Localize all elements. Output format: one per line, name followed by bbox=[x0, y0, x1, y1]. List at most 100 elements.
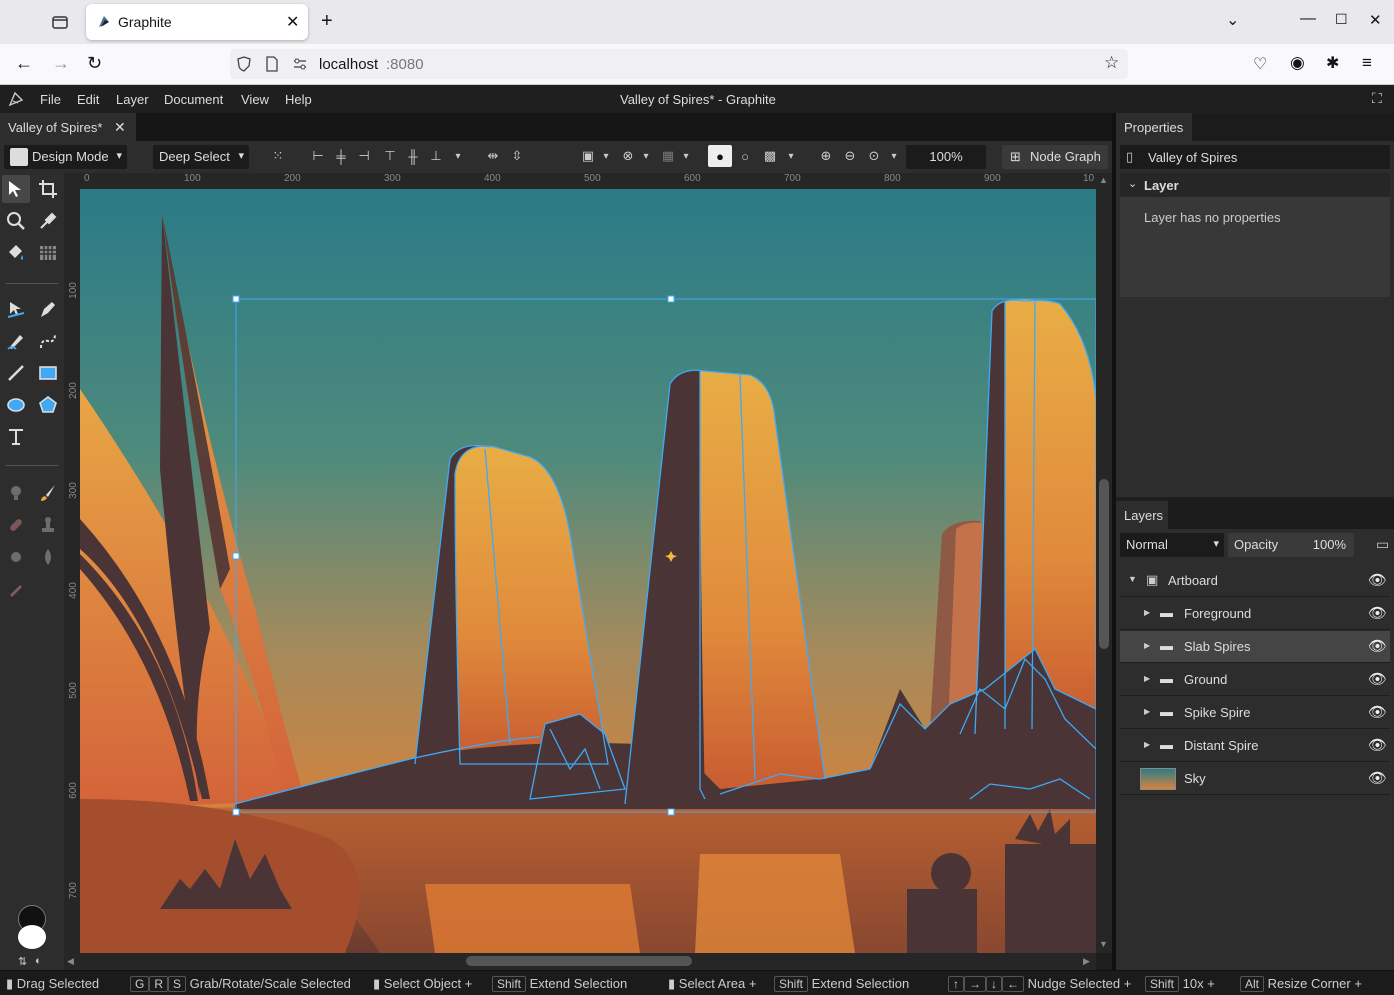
heal-tool-icon[interactable] bbox=[2, 511, 30, 539]
horizontal-scrollbar[interactable]: ◀ ▶ bbox=[64, 953, 1096, 970]
scroll-up-icon[interactable]: ▲ bbox=[1099, 175, 1108, 185]
reload-icon[interactable]: ↻ bbox=[87, 53, 102, 74]
bookmark-star-icon[interactable]: ☆ bbox=[1104, 53, 1119, 73]
zoom-in-icon[interactable]: ⊕ bbox=[816, 146, 836, 166]
path-tool-icon[interactable] bbox=[2, 295, 30, 323]
menu-file[interactable]: File bbox=[40, 92, 61, 107]
menu-view[interactable]: View bbox=[241, 92, 269, 107]
expand-icon[interactable]: ▶ bbox=[1144, 740, 1150, 749]
chevron-down-icon[interactable]: ▾ bbox=[636, 146, 656, 166]
horizontal-scroll-thumb[interactable] bbox=[466, 956, 692, 966]
select-mode-dropdown[interactable]: Deep Select ▾ bbox=[153, 145, 249, 169]
render-outline-icon[interactable]: ○ bbox=[735, 146, 755, 166]
zoom-reset-icon[interactable]: ⊙ bbox=[864, 146, 884, 166]
permissions-icon[interactable] bbox=[292, 56, 308, 72]
layer-row-foreground[interactable]: ▶ ▬ Foreground 👁 bbox=[1120, 598, 1390, 630]
align-left-icon[interactable]: ⊢ bbox=[308, 146, 328, 166]
minimize-icon[interactable]: — bbox=[1300, 10, 1316, 28]
tab-list-icon[interactable] bbox=[50, 12, 70, 32]
polygon-tool-icon[interactable] bbox=[34, 391, 62, 419]
expand-icon[interactable]: ▶ bbox=[1144, 641, 1150, 650]
layer-row-slab-spires[interactable]: ▶ ▬ Slab Spires 👁 bbox=[1120, 631, 1390, 663]
fill-tool-icon[interactable] bbox=[2, 239, 30, 267]
layer-row-ground[interactable]: ▶ ▬ Ground 👁 bbox=[1120, 664, 1390, 696]
align-bottom-icon[interactable]: ⊥ bbox=[426, 146, 446, 166]
freehand-tool-icon[interactable] bbox=[2, 327, 30, 355]
eye-icon[interactable]: 👁 bbox=[1368, 703, 1387, 721]
scroll-down-icon[interactable]: ▼ bbox=[1099, 939, 1108, 949]
expand-icon[interactable]: ▶ bbox=[1144, 608, 1150, 617]
pen-tool-icon[interactable] bbox=[34, 295, 62, 323]
back-icon[interactable]: ← bbox=[15, 53, 33, 74]
opacity-slider[interactable]: Opacity 100% bbox=[1228, 533, 1354, 557]
patch-tool-icon[interactable] bbox=[2, 543, 30, 571]
boolean-op-icon[interactable]: ▣ bbox=[578, 146, 598, 166]
layer-row-distant-spire[interactable]: ▶ ▬ Distant Spire 👁 bbox=[1120, 730, 1390, 762]
render-pixel-icon[interactable]: ▩ bbox=[760, 146, 780, 166]
spline-tool-icon[interactable] bbox=[34, 327, 62, 355]
url-bar[interactable]: localhost :8080 ☆ bbox=[230, 49, 1128, 79]
detail-tool-icon[interactable] bbox=[34, 543, 62, 571]
eye-icon[interactable]: 👁 bbox=[1368, 769, 1387, 787]
expand-icon[interactable]: ▶ bbox=[1144, 707, 1150, 716]
scroll-left-icon[interactable]: ◀ bbox=[67, 956, 74, 967]
eye-icon[interactable]: 👁 bbox=[1368, 637, 1387, 655]
gradient-tool-icon[interactable] bbox=[34, 239, 62, 267]
align-center-h-icon[interactable]: ╪ bbox=[331, 146, 351, 166]
layer-row-spike-spire[interactable]: ▶ ▬ Spike Spire 👁 bbox=[1120, 697, 1390, 729]
new-folder-icon[interactable]: ▭ bbox=[1376, 536, 1389, 553]
eye-icon[interactable]: 👁 bbox=[1368, 670, 1387, 688]
eye-icon[interactable]: 👁 bbox=[1368, 736, 1387, 754]
secondary-color-swatch[interactable] bbox=[18, 925, 46, 949]
hamburger-menu-icon[interactable]: ≡ bbox=[1362, 53, 1372, 73]
text-tool-icon[interactable] bbox=[2, 423, 30, 451]
close-window-icon[interactable]: ✕ bbox=[1369, 11, 1382, 29]
chevron-down-icon[interactable]: ⌄ bbox=[1226, 10, 1239, 30]
tab-properties[interactable]: Properties bbox=[1116, 113, 1192, 141]
artboard-tool-icon[interactable] bbox=[34, 175, 62, 203]
clone-tool-icon[interactable] bbox=[34, 511, 62, 539]
document-name-field[interactable]: ▯ Valley of Spires bbox=[1120, 145, 1390, 169]
flip-horizontal-icon[interactable]: ⇹ bbox=[483, 146, 503, 166]
ellipse-tool-icon[interactable] bbox=[2, 391, 30, 419]
extensions-icon[interactable]: ✱ bbox=[1326, 53, 1339, 73]
brush-ideas-icon[interactable] bbox=[2, 479, 30, 507]
node-graph-button[interactable]: ⊞ Node Graph bbox=[1002, 145, 1108, 169]
vertical-scrollbar[interactable]: ▲ ▼ bbox=[1096, 173, 1112, 953]
maximize-icon[interactable]: ☐ bbox=[1335, 11, 1348, 28]
render-normal-icon[interactable]: ● bbox=[708, 145, 732, 167]
blend-mode-dropdown[interactable]: Normal ▾ bbox=[1120, 533, 1224, 557]
menu-edit[interactable]: Edit bbox=[77, 92, 99, 107]
scroll-right-icon[interactable]: ▶ bbox=[1083, 956, 1090, 967]
align-middle-v-icon[interactable]: ╫ bbox=[403, 146, 423, 166]
collapse-icon[interactable]: ▼ bbox=[1128, 574, 1137, 584]
swap-colors-icon[interactable]: ⇅ bbox=[18, 955, 27, 968]
align-top-icon[interactable]: ⊤ bbox=[380, 146, 400, 166]
close-tab-icon[interactable]: ✕ bbox=[286, 12, 299, 32]
tab-layers[interactable]: Layers bbox=[1116, 501, 1168, 529]
canvas-viewport[interactable] bbox=[80, 189, 1096, 953]
zoom-out-icon[interactable]: ⊖ bbox=[840, 146, 860, 166]
pocket-icon[interactable]: ♡ bbox=[1253, 54, 1267, 74]
rectangle-tool-icon[interactable] bbox=[34, 359, 62, 387]
reset-colors-icon[interactable]: ◐ bbox=[35, 955, 42, 967]
line-tool-icon[interactable] bbox=[2, 359, 30, 387]
forward-icon[interactable]: → bbox=[52, 53, 70, 74]
chevron-down-icon[interactable]: ▾ bbox=[596, 146, 616, 166]
account-icon[interactable]: ◉ bbox=[1290, 53, 1305, 73]
snapping-icon[interactable]: ⊗ bbox=[618, 146, 638, 166]
align-right-icon[interactable]: ⊣ bbox=[354, 146, 374, 166]
layer-row-sky[interactable]: Sky 👁 bbox=[1120, 763, 1390, 795]
layer-section-header[interactable]: ⌄ Layer bbox=[1120, 173, 1390, 197]
fullscreen-icon[interactable]: ⛶ bbox=[1372, 90, 1382, 107]
brush-tool-icon[interactable] bbox=[34, 479, 62, 507]
eye-icon[interactable]: 👁 bbox=[1368, 604, 1387, 622]
flip-vertical-icon[interactable]: ⇳ bbox=[507, 146, 527, 166]
select-tool-icon[interactable] bbox=[2, 175, 30, 203]
chevron-down-icon[interactable]: ▾ bbox=[448, 146, 468, 166]
close-document-icon[interactable]: ✕ bbox=[114, 119, 126, 136]
zoom-field[interactable]: 100% bbox=[906, 145, 986, 169]
mode-dropdown[interactable]: Design Mode ▾ bbox=[4, 145, 127, 169]
menu-help[interactable]: Help bbox=[285, 92, 312, 107]
expand-icon[interactable]: ▶ bbox=[1144, 674, 1150, 683]
